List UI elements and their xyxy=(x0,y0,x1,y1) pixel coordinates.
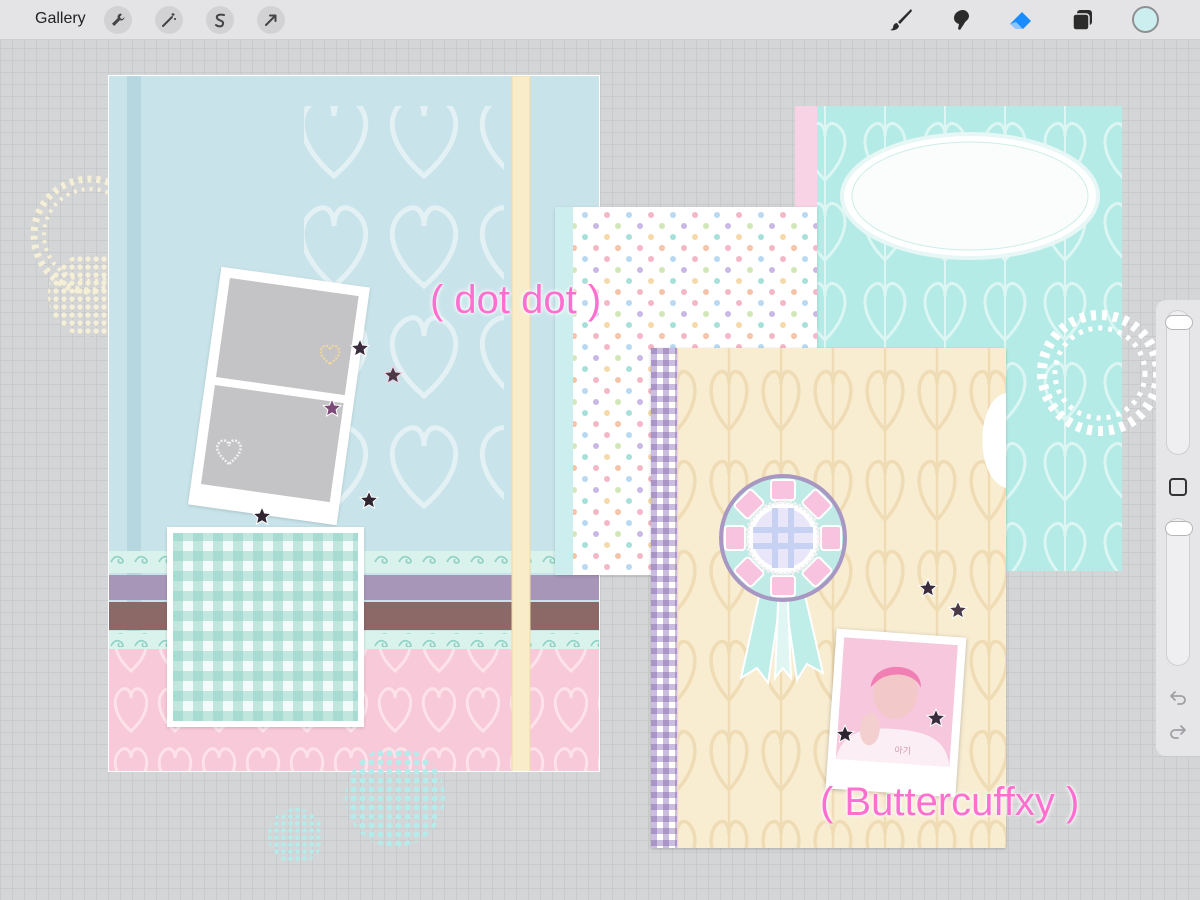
portrait-photo: 아기 xyxy=(835,637,958,767)
star-sticker-icon xyxy=(359,490,379,510)
canvas[interactable]: 아기 ( dot dot ) ( Buttercuffxy ) xyxy=(0,40,1200,900)
brush-size-slider[interactable] xyxy=(1165,310,1193,455)
cream-notebook-page[interactable]: 아기 xyxy=(651,348,1006,848)
mint-gingham-note[interactable] xyxy=(167,527,364,727)
adjustments-button[interactable] xyxy=(155,6,183,34)
brush-icon xyxy=(890,9,912,31)
brush-size-thumb[interactable] xyxy=(1165,315,1193,330)
eraser-icon xyxy=(1010,12,1031,29)
pearl-heart-icon xyxy=(216,439,242,466)
transform-button[interactable] xyxy=(257,6,285,34)
dot-dot-text: ( dot dot ) xyxy=(430,278,602,322)
star-sticker-icon xyxy=(948,600,968,620)
blue-notebook-page[interactable] xyxy=(108,75,600,772)
opacity-slider[interactable] xyxy=(1165,518,1193,666)
color-picker-button[interactable] xyxy=(1132,6,1159,33)
pearl-heart-icon xyxy=(319,344,341,366)
credit-text: ( Buttercuffxy ) xyxy=(820,780,1080,824)
eraser-button[interactable] xyxy=(1006,6,1036,34)
undo-icon[interactable] xyxy=(1169,688,1187,706)
magic-wand-icon xyxy=(162,13,176,27)
opacity-thumb[interactable] xyxy=(1165,521,1193,536)
redo-icon[interactable] xyxy=(1169,722,1187,740)
star-sticker-icon xyxy=(383,365,403,385)
layers-icon xyxy=(1072,10,1092,31)
star-sticker-icon xyxy=(926,708,946,728)
photo-caption: 아기 xyxy=(894,745,911,757)
star-sticker-icon xyxy=(350,338,370,358)
smudge-icon xyxy=(954,10,969,30)
photo-slot xyxy=(216,278,359,396)
wrench-icon xyxy=(112,13,125,26)
modify-button[interactable] xyxy=(1169,478,1187,496)
star-sticker-icon xyxy=(918,578,938,598)
smudge-button[interactable] xyxy=(946,6,976,34)
brush-button[interactable] xyxy=(886,6,916,34)
selection-button[interactable] xyxy=(206,6,234,34)
star-sticker-icon xyxy=(252,506,272,526)
actions-button[interactable] xyxy=(104,6,132,34)
rosette-ribbon-sticker xyxy=(719,474,847,686)
gingham-pattern xyxy=(173,533,358,721)
dotted-ball-decoration xyxy=(268,808,324,864)
layers-button[interactable] xyxy=(1068,6,1098,34)
top-toolbar: Gallery xyxy=(0,0,1200,40)
move-arrow-icon xyxy=(265,14,277,26)
dotted-circle-decoration xyxy=(1037,310,1160,436)
gallery-button[interactable]: Gallery xyxy=(35,10,86,28)
dotted-ball-decoration xyxy=(345,747,445,847)
star-sticker-icon xyxy=(322,398,342,418)
star-sticker-icon xyxy=(835,724,855,744)
sidebar-panel xyxy=(1156,300,1200,756)
selection-icon xyxy=(215,13,225,28)
